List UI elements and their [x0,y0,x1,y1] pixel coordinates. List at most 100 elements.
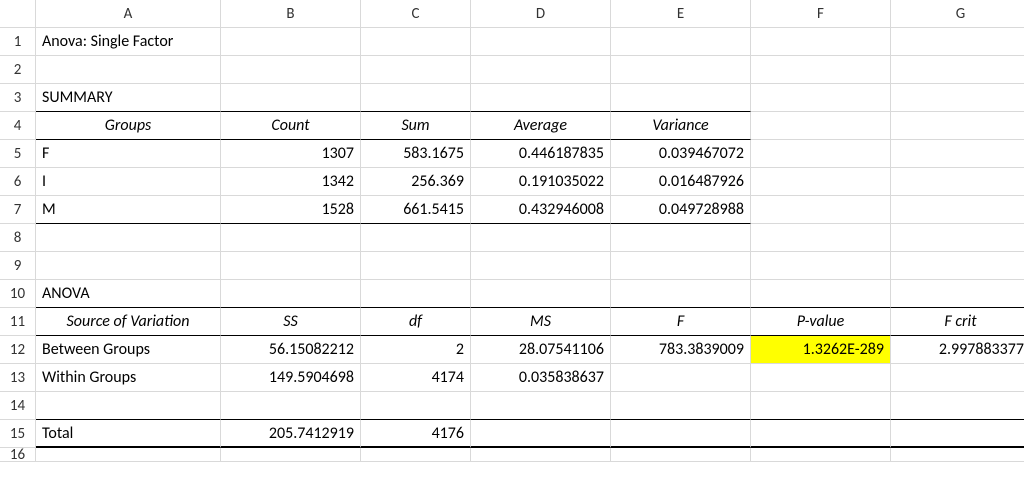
cell-F4[interactable] [751,112,891,140]
cell-E8[interactable] [611,224,751,252]
cell-A15[interactable]: Total [36,420,221,448]
cell-C9[interactable] [361,252,471,280]
cell-F7[interactable] [751,196,891,224]
cell-F3[interactable] [751,84,891,112]
cell-A13[interactable]: Within Groups [36,364,221,392]
cell-A10[interactable]: ANOVA [36,280,221,308]
row-header-11[interactable]: 11 [0,308,36,336]
cell-D10[interactable] [471,280,611,308]
cell-F13[interactable] [751,364,891,392]
row-header-6[interactable]: 6 [0,168,36,196]
cell-C1[interactable] [361,28,471,56]
cell-F10[interactable] [751,280,891,308]
cell-E9[interactable] [611,252,751,280]
cell-E5[interactable]: 0.039467072 [611,140,751,168]
cell-D2[interactable] [471,56,611,84]
cell-A14[interactable] [36,392,221,420]
cell-B14[interactable] [221,392,361,420]
cell-E11[interactable]: F [611,308,751,336]
cell-A5[interactable]: F [36,140,221,168]
cell-G7[interactable] [891,196,1024,224]
cell-A4[interactable]: Groups [36,112,221,140]
cell-A12[interactable]: Between Groups [36,336,221,364]
col-header-A[interactable]: A [36,0,221,28]
cell-D16[interactable] [471,448,611,462]
spreadsheet-grid[interactable]: A B C D E F G 1 Anova: Single Factor 2 3… [0,0,1024,462]
col-header-C[interactable]: C [361,0,471,28]
cell-A2[interactable] [36,56,221,84]
cell-F9[interactable] [751,252,891,280]
cell-F6[interactable] [751,168,891,196]
col-header-F[interactable]: F [751,0,891,28]
cell-E14[interactable] [611,392,751,420]
cell-B7[interactable]: 1528 [221,196,361,224]
cell-B8[interactable] [221,224,361,252]
cell-C15[interactable]: 4176 [361,420,471,448]
cell-C4[interactable]: Sum [361,112,471,140]
cell-C13[interactable]: 4174 [361,364,471,392]
cell-A8[interactable] [36,224,221,252]
cell-B15[interactable]: 205.7412919 [221,420,361,448]
cell-D12[interactable]: 28.07541106 [471,336,611,364]
cell-F1[interactable] [751,28,891,56]
cell-D5[interactable]: 0.446187835 [471,140,611,168]
cell-B3[interactable] [221,84,361,112]
cell-E15[interactable] [611,420,751,448]
cell-E4[interactable]: Variance [611,112,751,140]
row-header-8[interactable]: 8 [0,224,36,252]
cell-F2[interactable] [751,56,891,84]
cell-F12[interactable]: 1.3262E-289 [751,336,891,364]
cell-G13[interactable] [891,364,1024,392]
row-header-4[interactable]: 4 [0,112,36,140]
cell-F14[interactable] [751,392,891,420]
col-header-E[interactable]: E [611,0,751,28]
cell-C10[interactable] [361,280,471,308]
cell-B9[interactable] [221,252,361,280]
cell-E6[interactable]: 0.016487926 [611,168,751,196]
cell-E2[interactable] [611,56,751,84]
cell-B10[interactable] [221,280,361,308]
cell-B12[interactable]: 56.15082212 [221,336,361,364]
cell-C5[interactable]: 583.1675 [361,140,471,168]
cell-B16[interactable] [221,448,361,462]
cell-D4[interactable]: Average [471,112,611,140]
row-header-13[interactable]: 13 [0,364,36,392]
cell-B5[interactable]: 1307 [221,140,361,168]
cell-G16[interactable] [891,448,1024,462]
cell-C12[interactable]: 2 [361,336,471,364]
cell-F11[interactable]: P-value [751,308,891,336]
cell-D8[interactable] [471,224,611,252]
row-header-1[interactable]: 1 [0,28,36,56]
cell-G6[interactable] [891,168,1024,196]
cell-G8[interactable] [891,224,1024,252]
row-header-7[interactable]: 7 [0,196,36,224]
row-header-14[interactable]: 14 [0,392,36,420]
row-header-9[interactable]: 9 [0,252,36,280]
col-header-G[interactable]: G [891,0,1024,28]
col-header-B[interactable]: B [221,0,361,28]
cell-E3[interactable] [611,84,751,112]
row-header-5[interactable]: 5 [0,140,36,168]
cell-E12[interactable]: 783.3839009 [611,336,751,364]
cell-D6[interactable]: 0.191035022 [471,168,611,196]
cell-A16[interactable] [36,448,221,462]
cell-A11[interactable]: Source of Variation [36,308,221,336]
cell-G11[interactable]: F crit [891,308,1024,336]
cell-C11[interactable]: df [361,308,471,336]
col-header-D[interactable]: D [471,0,611,28]
cell-E10[interactable] [611,280,751,308]
cell-D1[interactable] [471,28,611,56]
cell-E13[interactable] [611,364,751,392]
cell-C14[interactable] [361,392,471,420]
cell-E7[interactable]: 0.049728988 [611,196,751,224]
row-header-16[interactable]: 16 [0,448,36,462]
cell-E1[interactable] [611,28,751,56]
cell-B2[interactable] [221,56,361,84]
cell-E16[interactable] [611,448,751,462]
cell-G5[interactable] [891,140,1024,168]
cell-F8[interactable] [751,224,891,252]
row-header-15[interactable]: 15 [0,420,36,448]
cell-D3[interactable] [471,84,611,112]
cell-G2[interactable] [891,56,1024,84]
cell-F15[interactable] [751,420,891,448]
